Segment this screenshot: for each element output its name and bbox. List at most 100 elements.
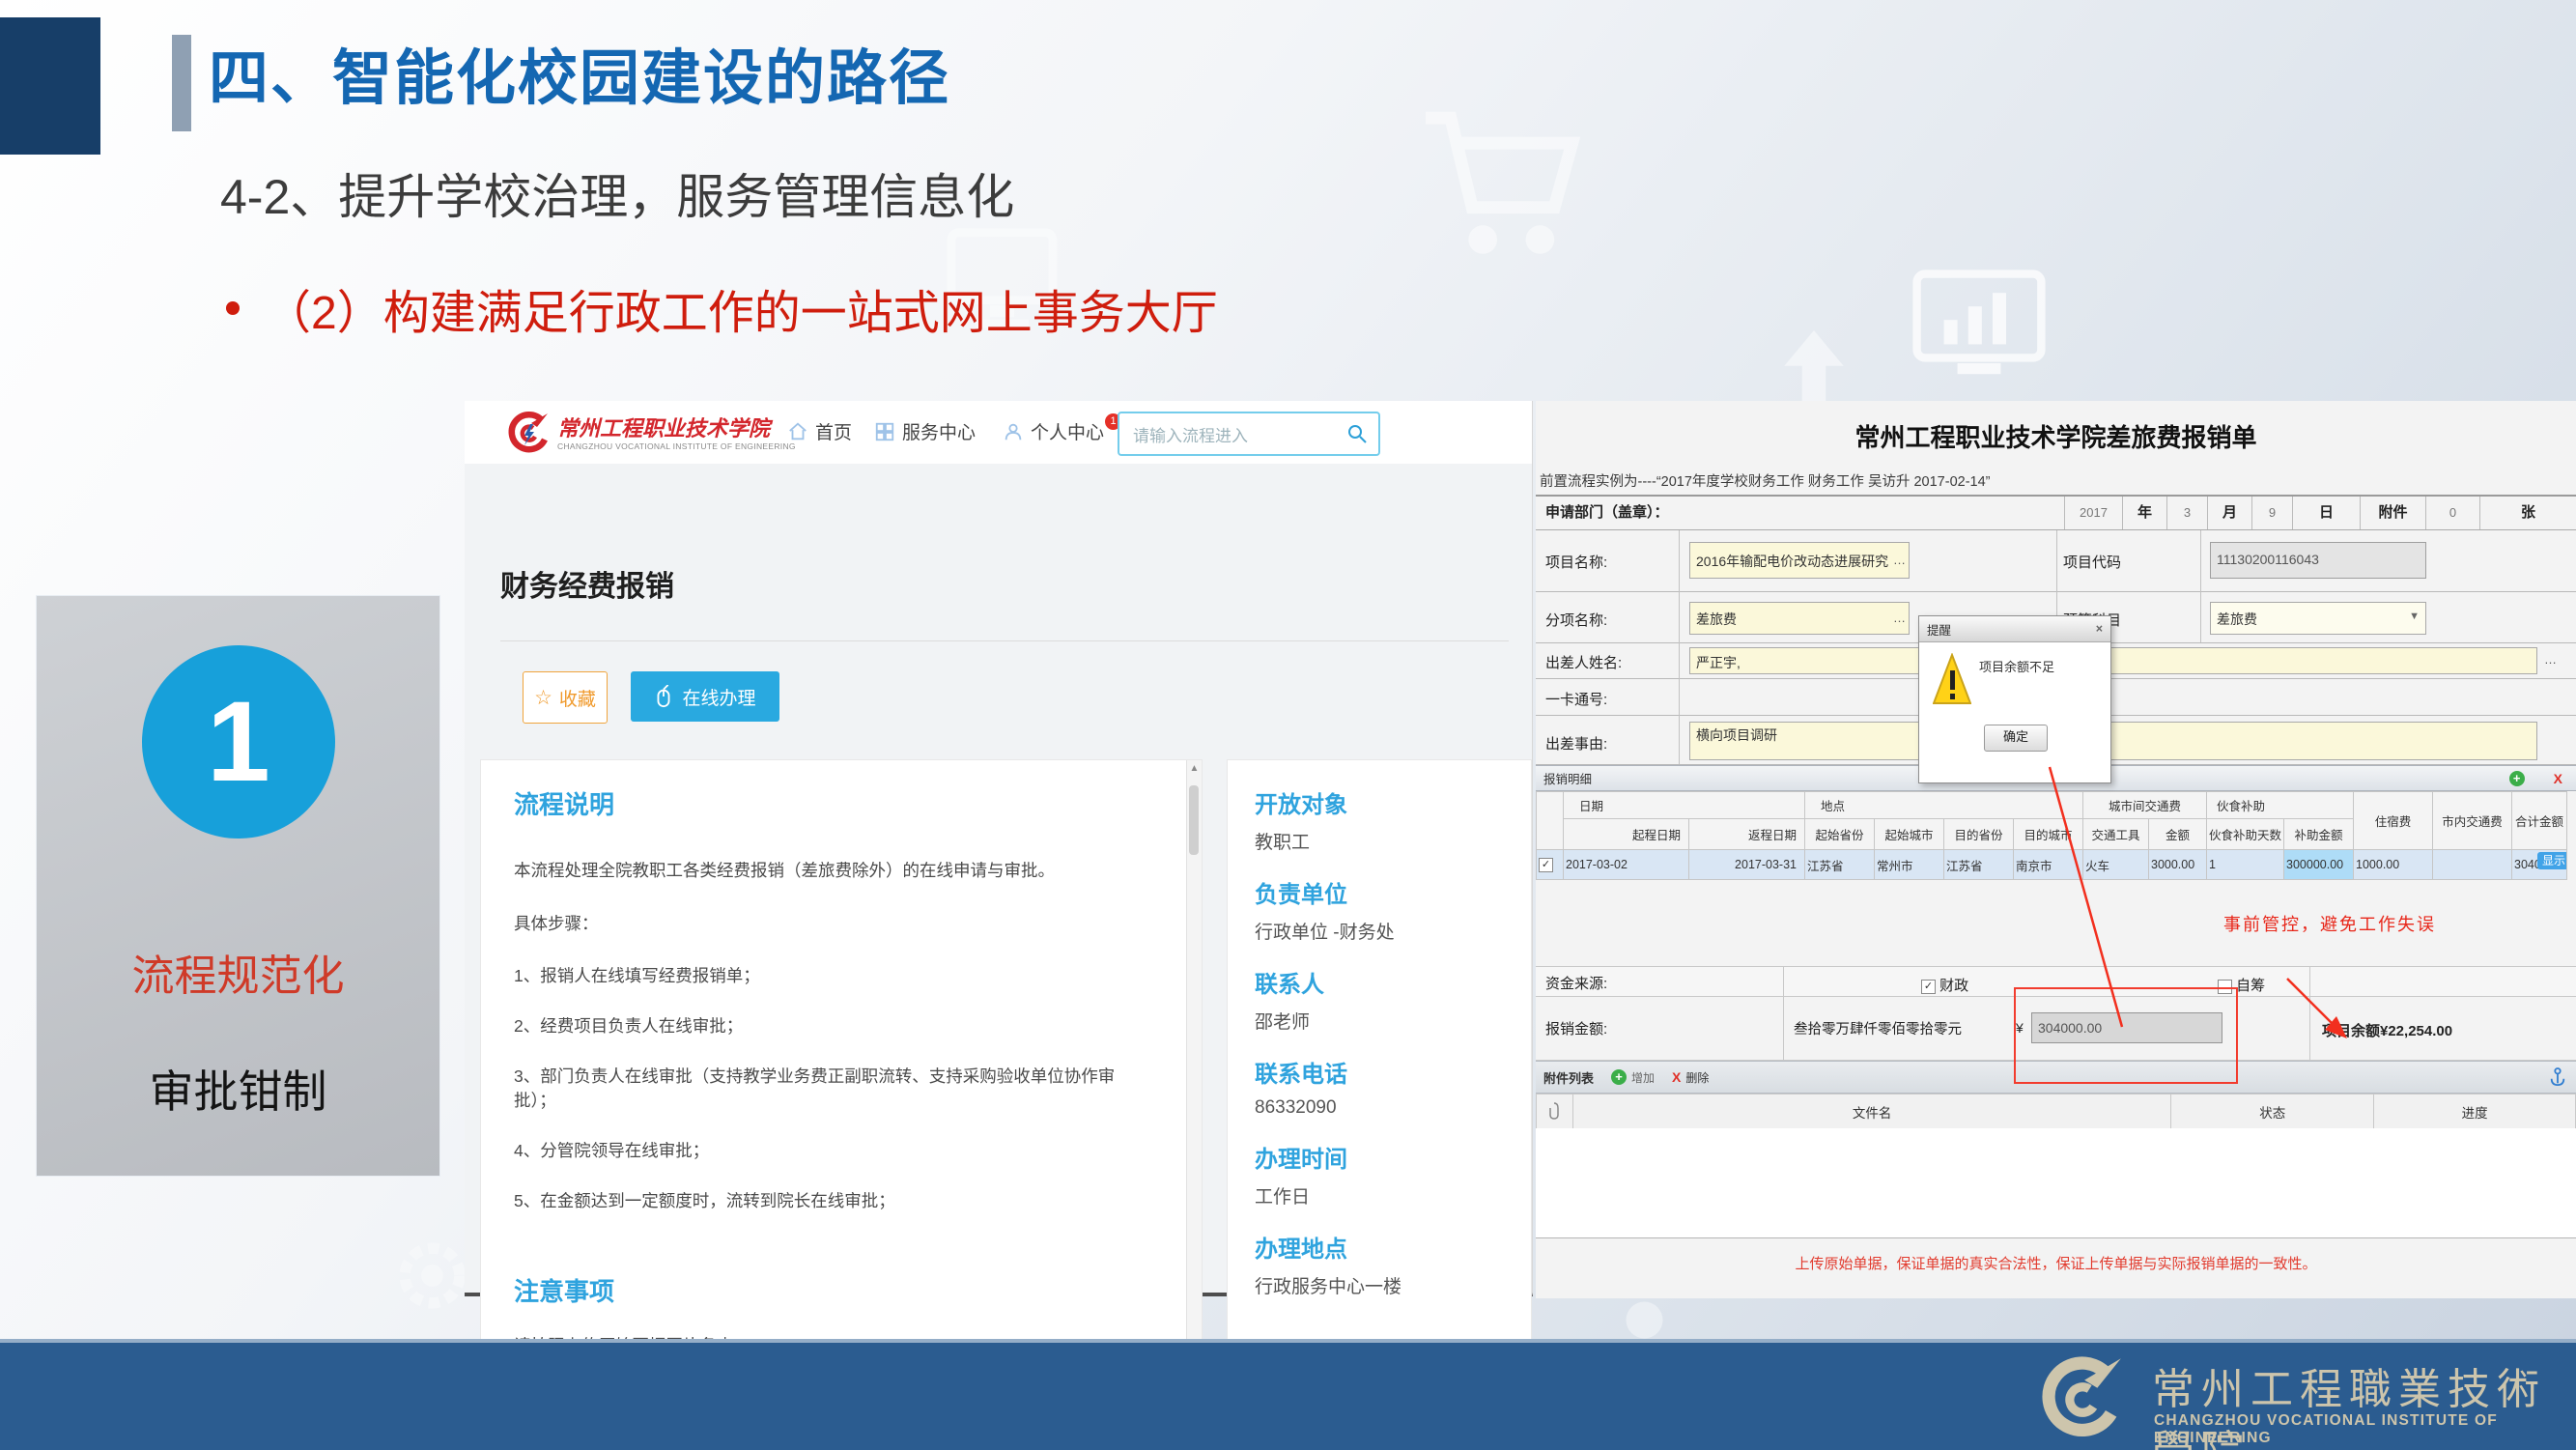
anchor-icon[interactable]: [2549, 1067, 2566, 1087]
step-label-red: 流程规范化: [36, 941, 440, 1003]
reason-field[interactable]: 横向项目调研: [1689, 722, 2537, 760]
sub-header: 补助金额: [2284, 819, 2354, 850]
browse-icon[interactable]: …: [1893, 611, 1906, 625]
finance-checkbox[interactable]: ✓: [1921, 980, 1936, 994]
browse-icon[interactable]: …: [2544, 652, 2573, 667]
notes-heading: 注意事项: [514, 1272, 1155, 1308]
shopping-cart-icon: [1405, 97, 1589, 275]
bullet-line: （2）构建满足行政工作的一站式网上事务大厅: [226, 274, 1218, 342]
online-handle-button[interactable]: 在线办理: [631, 671, 779, 722]
process-step: 1、报销人在线填写经费报销单；: [514, 963, 1155, 987]
process-intro: 本流程处理全院教职工各类经费报销（差旅费除外）的在线申请与审批。: [514, 858, 1155, 882]
sub-header: 金额: [2149, 819, 2207, 850]
nav-service-center[interactable]: 服务中心: [874, 418, 976, 444]
month-label: 月: [2207, 497, 2251, 529]
favorite-button[interactable]: ☆ 收藏: [523, 671, 608, 724]
scroll-thumb[interactable]: [1189, 785, 1199, 855]
sub-header: 起始省份: [1805, 819, 1875, 850]
nav-service-label: 服务中心: [902, 418, 976, 444]
show-button[interactable]: 显示: [2537, 852, 2567, 869]
search-icon[interactable]: [1345, 422, 1369, 445]
project-code-label: 项目代码: [2063, 552, 2121, 572]
project-code-field[interactable]: 11130200116043: [2210, 542, 2426, 579]
form-header-row: 申请部门（盖章）： 2017 年 3 月 9 日 附件 0 张: [1536, 495, 2576, 530]
group-header: 住宿费: [2354, 792, 2433, 850]
attach-label: 附件: [2360, 497, 2425, 529]
sub-header: 返程日期: [1689, 819, 1805, 850]
red-highlight-rect: [2014, 987, 2238, 1084]
close-icon[interactable]: ×: [2096, 622, 2103, 636]
traveler-label: 出差人姓名:: [1545, 652, 1622, 672]
card-number-label: 一卡通号:: [1545, 689, 1607, 709]
page-title: 四、智能化校园建设的路径: [209, 29, 950, 116]
group-header: 市内交通费: [2433, 792, 2512, 850]
nav-home-label: 首页: [815, 418, 852, 444]
step-number: 1: [207, 685, 270, 799]
row-checkbox[interactable]: ✓: [1539, 858, 1553, 872]
attach-add-label[interactable]: 增加: [1631, 1069, 1655, 1086]
info-value: 邵老师: [1255, 1008, 1531, 1034]
portal-page-title: 财务经费报销: [500, 562, 674, 605]
info-panel: 开放对象 教职工 负责单位 行政单位 -财务处 联系人 邵老师 联系电话 863…: [1227, 759, 1532, 1352]
budget-select[interactable]: 差旅费 ▼: [2210, 602, 2426, 635]
add-row-icon[interactable]: +: [2509, 771, 2525, 786]
info-label: 开放对象: [1255, 785, 1531, 819]
attach-add-icon[interactable]: +: [1611, 1069, 1627, 1085]
chevron-down-icon[interactable]: ▼: [2409, 611, 2420, 622]
search-placeholder: 请输入流程进入: [1119, 422, 1345, 446]
pre-process-line: 前置流程实例为----“2017年度学校财务工作 财务工作 吴访升 2017-0…: [1540, 470, 1990, 491]
slide: 四、智能化校园建设的路径 4-2、提升学校治理，服务管理信息化 （2）构建满足行…: [0, 0, 2576, 1450]
detail-table: 日期 地点 城市间交通费 伙食补助 住宿费 市内交通费 合计金额 起程日期 返程…: [1536, 791, 2567, 880]
attach-delete-icon[interactable]: X: [1672, 1069, 1681, 1085]
form-title: 常州工程职业技术学院差旅费报销单: [1536, 418, 2576, 454]
portal-header: 常州工程职业技术学院 CHANGZHOU VOCATIONAL INSTITUT…: [465, 401, 1532, 465]
step-label-black: 审批钳制: [36, 1057, 440, 1121]
attachment-table: 文件名 状态 进度: [1536, 1094, 2576, 1130]
footer-logo-icon: [2030, 1352, 2129, 1443]
nav-personal-center[interactable]: 个人中心 1: [1003, 418, 1120, 444]
sub-header: 目的城市: [2014, 819, 2083, 850]
corner-square: [0, 17, 100, 155]
delete-row-icon[interactable]: X: [2554, 771, 2562, 786]
traveler-field[interactable]: 严正宇,: [1689, 647, 2537, 674]
group-header: 城市间交通费: [2083, 792, 2207, 819]
subitem-field[interactable]: 差旅费 …: [1689, 602, 1910, 635]
nav-home[interactable]: 首页: [787, 418, 852, 444]
red-annotation: 事前管控，避免工作失误: [2223, 911, 2436, 936]
title-accent-bar: [172, 35, 191, 131]
attach-col-status: 状态: [2171, 1095, 2374, 1130]
day-value: 9: [2251, 497, 2292, 529]
info-value: 86332090: [1255, 1097, 1531, 1119]
project-name-label: 项目名称:: [1545, 552, 1607, 572]
group-header: 日期: [1564, 792, 1805, 819]
warning-dialog: 提醒 × 项目余额不足 确定: [1918, 615, 2111, 783]
scrollbar[interactable]: ▲: [1186, 760, 1202, 1351]
year-value: 2017: [2064, 497, 2122, 529]
scroll-up-icon[interactable]: ▲: [1187, 763, 1202, 774]
detail-row[interactable]: ✓ 2017-03-02 2017-03-31 江苏省 常州市 江苏省 南京市 …: [1537, 850, 2567, 880]
attach-col-progress: 进度: [2374, 1095, 2576, 1130]
sub-header: 伙食补助天数: [2207, 819, 2284, 850]
step-box: 1 流程规范化 审批钳制: [36, 595, 440, 1177]
process-step: 5、在金额达到一定额度时，流转到院长在线审批；: [514, 1188, 1155, 1212]
project-balance: 项目余额¥22,254.00: [2322, 1020, 2452, 1040]
step-number-circle: 1: [142, 645, 335, 839]
footer-logo-en: CHANGZHOU VOCATIONAL INSTITUTE OF ENGINE…: [2154, 1412, 2576, 1447]
project-name-field[interactable]: 2016年输配电价改动态进展研究 …: [1689, 542, 1910, 579]
sub-header: 交通工具: [2083, 819, 2149, 850]
info-label: 联系电话: [1255, 1055, 1531, 1089]
info-label: 负责单位: [1255, 875, 1531, 909]
ok-button[interactable]: 确定: [1984, 725, 2048, 752]
portal-logo-en: CHANGZHOU VOCATIONAL INSTITUTE OF ENGINE…: [557, 441, 796, 451]
browse-icon[interactable]: …: [1893, 553, 1906, 567]
divider: [500, 640, 1509, 641]
attach-delete-label[interactable]: 删除: [1685, 1069, 1709, 1086]
attach-col-filename: 文件名: [1572, 1095, 2170, 1130]
paperclip-icon: [1548, 1102, 1560, 1120]
dialog-message: 项目余额不足: [1979, 657, 2054, 675]
fund-source-label: 资金来源:: [1536, 967, 1783, 996]
sub-header: 起始城市: [1875, 819, 1944, 850]
search-box[interactable]: 请输入流程进入: [1118, 412, 1380, 456]
amount-caps: 叁拾零万肆仟零佰零拾零元: [1794, 1018, 1962, 1038]
dialog-title: 提醒: [1927, 620, 1951, 639]
